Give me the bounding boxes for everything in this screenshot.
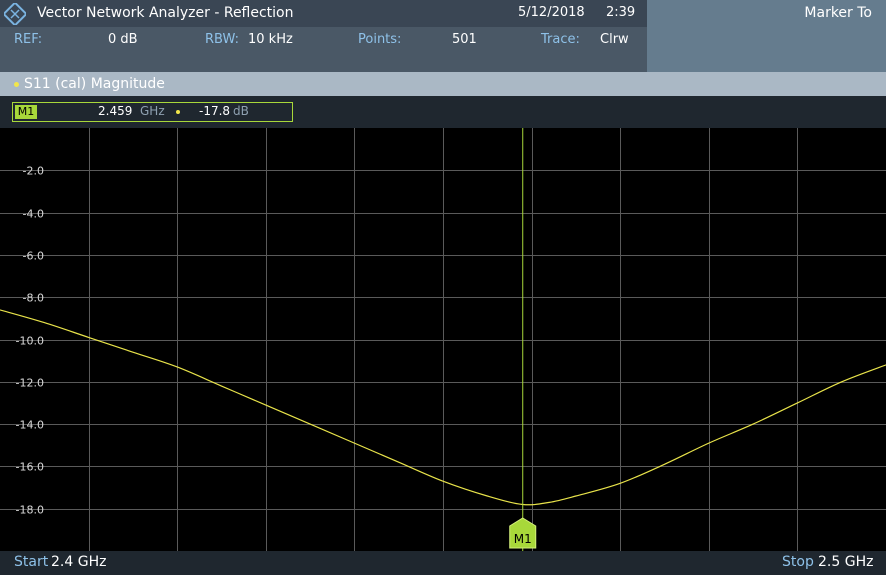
y-tick-label: -10.0 (16, 335, 44, 348)
y-tick-label: -18.0 (16, 504, 44, 517)
points-label: Points: (358, 32, 402, 47)
y-tick-label: -6.0 (23, 250, 44, 263)
start-label: Start (14, 554, 49, 570)
trace-color-dot-icon (14, 82, 19, 87)
ref-value[interactable]: 0 dB (108, 32, 138, 47)
marker-trace-dot-icon (176, 110, 180, 114)
trace-mode-label: Trace: (541, 32, 580, 47)
rbw-value[interactable]: 10 kHz (248, 32, 293, 47)
y-tick-label: -12.0 (16, 377, 44, 390)
marker-name-tag: M1 (15, 105, 37, 119)
y-tick-label: -2.0 (23, 165, 44, 178)
parameter-row: REF: 0 dB RBW: 10 kHz Points: 501 Trace:… (0, 27, 647, 72)
y-tick-label: -14.0 (16, 419, 44, 432)
frequency-span-bar: Start 2.4 GHz Stop 2.5 GHz (0, 551, 886, 575)
trace-header[interactable]: S11 (cal) Magnitude (0, 72, 886, 96)
app-title: Vector Network Analyzer - Reflection (37, 5, 294, 21)
y-tick-label: -16.0 (16, 461, 44, 474)
marker-readout[interactable]: M1 2.459 GHz -17.8 dB (12, 102, 293, 122)
marker-to-label: Marker To (804, 5, 872, 21)
time-display: 2:39 (606, 5, 636, 20)
marker-frequency-unit: GHz (140, 104, 165, 118)
marker-readout-row: M1 2.459 GHz -17.8 dB (0, 96, 886, 128)
y-tick-label: -8.0 (23, 292, 44, 305)
ref-label: REF: (14, 32, 43, 47)
rbw-label: RBW: (205, 32, 239, 47)
marker-value: -17.8 (199, 104, 231, 118)
marker-to-button[interactable]: Marker To (647, 0, 886, 72)
marker-tag-label: M1 (514, 532, 532, 546)
points-value[interactable]: 501 (452, 32, 477, 47)
stop-label: Stop (782, 554, 814, 570)
date-display: 5/12/2018 (518, 5, 585, 20)
stop-value[interactable]: 2.5 GHz (818, 554, 873, 570)
marker-frequency: 2.459 (98, 104, 133, 118)
y-tick-label: -4.0 (23, 208, 44, 221)
marker-value-unit: dB (233, 104, 249, 118)
trace-mode-value[interactable]: Clrw (600, 32, 629, 47)
start-value[interactable]: 2.4 GHz (51, 554, 106, 570)
s11-magnitude-plot[interactable]: -2.0 -4.0 -6.0 -8.0 -10.0 -12.0 -14.0 -16.0 -18.… (0, 128, 886, 551)
rohde-schwarz-logo-icon (4, 3, 26, 25)
trace-title: S11 (cal) Magnitude (24, 76, 165, 92)
